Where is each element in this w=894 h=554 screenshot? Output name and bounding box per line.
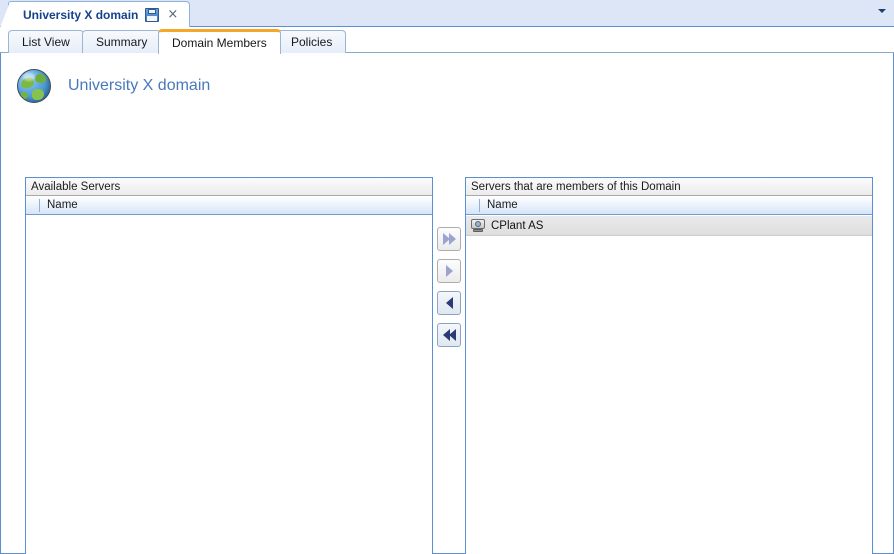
save-floppy-icon[interactable] <box>145 7 160 22</box>
table-row[interactable]: CPlant AS <box>466 216 872 236</box>
tab-bar: List View Summary Domain Members Policie… <box>0 28 894 54</box>
column-divider[interactable] <box>479 198 480 212</box>
page-title: University X domain <box>68 77 211 94</box>
tab-summary[interactable]: Summary <box>82 30 162 53</box>
available-servers-panel: Available Servers Name <box>25 177 433 554</box>
document-tab-title: University X domain <box>23 7 139 22</box>
available-servers-grid-header: Name <box>26 196 432 215</box>
available-servers-caption: Available Servers <box>26 178 432 196</box>
available-servers-list[interactable] <box>26 216 432 554</box>
close-icon[interactable]: × <box>166 8 179 21</box>
content-area: University X domain Available Servers Na… <box>0 53 894 554</box>
move-all-right-button[interactable] <box>437 227 461 251</box>
column-header-name[interactable]: Name <box>47 199 78 211</box>
move-left-button[interactable] <box>437 291 461 315</box>
domain-members-caption: Servers that are members of this Domain <box>466 178 872 196</box>
table-row-label: CPlant AS <box>491 219 544 232</box>
single-left-arrow-icon <box>445 297 453 309</box>
move-right-button[interactable] <box>437 259 461 283</box>
domain-members-panel: Servers that are members of this Domain … <box>465 177 873 554</box>
tab-list-view[interactable]: List View <box>8 30 84 53</box>
transfer-button-group <box>437 227 461 347</box>
double-left-arrow-icon <box>442 329 456 341</box>
single-right-arrow-icon <box>445 265 453 277</box>
tab-domain-members[interactable]: Domain Members <box>158 29 281 54</box>
domain-members-grid-header: Name <box>466 196 872 215</box>
tab-policies[interactable]: Policies <box>277 30 347 53</box>
server-icon <box>471 219 485 232</box>
chevron-down-icon[interactable] <box>878 9 886 13</box>
column-divider[interactable] <box>39 198 40 212</box>
domain-members-list[interactable]: CPlant AS <box>466 216 872 554</box>
globe-icon <box>17 69 51 103</box>
titlebar: University X domain × <box>0 0 894 28</box>
application-window: University X domain × List View Summary … <box>0 0 894 554</box>
double-right-arrow-icon <box>442 233 456 245</box>
page-header: University X domain <box>17 69 210 103</box>
move-all-left-button[interactable] <box>437 323 461 347</box>
column-header-name[interactable]: Name <box>487 199 518 211</box>
document-tab[interactable]: University X domain × <box>0 1 191 28</box>
